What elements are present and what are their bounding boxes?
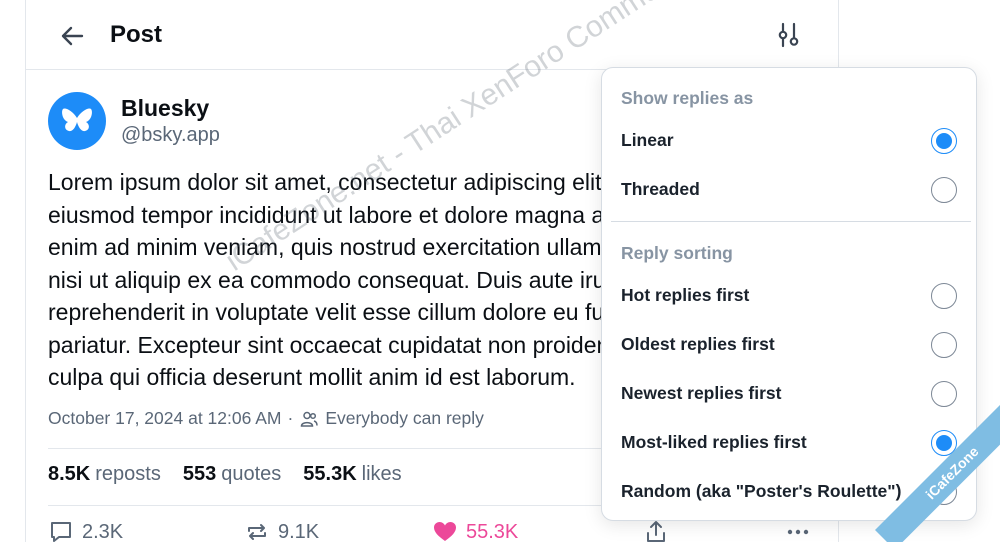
radio-unselected[interactable] [931,177,957,203]
share-button[interactable] [643,519,677,542]
repost-count: 9.1K [278,520,320,542]
thread-settings-button[interactable] [774,20,804,50]
post-actions: 2.3K 9.1K 55.3K [48,519,838,542]
back-button[interactable] [56,20,88,52]
avatar[interactable] [48,92,106,150]
radio-unselected[interactable] [931,283,957,309]
people-icon [301,411,319,427]
author-display-name[interactable]: Bluesky [121,94,209,122]
menu-item-label: Oldest replies first [621,334,775,354]
menu-item-label: Most-liked replies first [621,432,807,452]
radio-unselected[interactable] [931,381,957,407]
quotes-stat[interactable]: 553 quotes [183,463,281,486]
like-button[interactable]: 55.3K [432,519,518,542]
menu-item-most-liked[interactable]: Most-liked replies first [602,421,976,465]
reply-icon [51,522,71,542]
reposts-stat[interactable]: 8.5K reposts [48,463,161,486]
menu-item-label: Random (aka "Poster's Roulette") [621,481,902,501]
ellipsis-icon [787,529,809,535]
repost-icon [248,524,266,540]
thread-preferences-menu: Show replies as Linear Threaded Reply so… [601,67,977,521]
likes-count: 55.3K [303,463,357,485]
menu-item-hot[interactable]: Hot replies first [602,274,976,318]
reply-sorting-heading: Reply sorting [621,243,733,263]
like-count: 55.3K [466,520,519,542]
menu-item-threaded[interactable]: Threaded [602,168,976,212]
page-title: Post [110,21,163,48]
menu-item-label: Linear [621,130,674,150]
arrow-left-icon [61,26,84,46]
reposts-label: reposts [95,463,161,485]
quotes-count: 553 [182,463,217,485]
share-icon [647,521,665,542]
page-header: Post [26,0,838,70]
menu-item-label: Threaded [621,179,700,199]
reposts-count: 8.5K [48,463,91,485]
repost-button[interactable]: 9.1K [244,519,319,542]
heart-icon [434,522,456,541]
menu-item-linear[interactable]: Linear [602,119,976,163]
likes-label: likes [361,463,402,485]
post-meta: October 17, 2024 at 12:06 AM · Everybody… [48,408,484,429]
butterfly-icon [62,108,92,132]
sliders-icon [778,22,799,48]
menu-item-label: Hot replies first [621,285,750,305]
reply-setting: Everybody can reply [325,408,484,428]
show-replies-heading: Show replies as [621,88,754,108]
menu-item-newest[interactable]: Newest replies first [602,372,976,416]
menu-item-label: Newest replies first [621,383,782,403]
menu-divider [611,221,971,222]
meta-separator: · [287,408,294,428]
author-handle[interactable]: @bsky.app [121,122,220,148]
post-stats: 8.5K reposts 553 quotes 55.3K likes [48,463,402,486]
reply-count: 2.3K [82,520,124,542]
post-timestamp[interactable]: October 17, 2024 at 12:06 AM [48,408,282,429]
likes-stat[interactable]: 55.3K likes [303,463,401,486]
quotes-label: quotes [221,463,282,485]
reply-button[interactable]: 2.3K [48,519,123,542]
radio-unselected[interactable] [931,332,957,358]
radio-selected[interactable] [931,128,957,154]
more-options-button[interactable] [785,519,819,542]
menu-item-oldest[interactable]: Oldest replies first [602,323,976,367]
